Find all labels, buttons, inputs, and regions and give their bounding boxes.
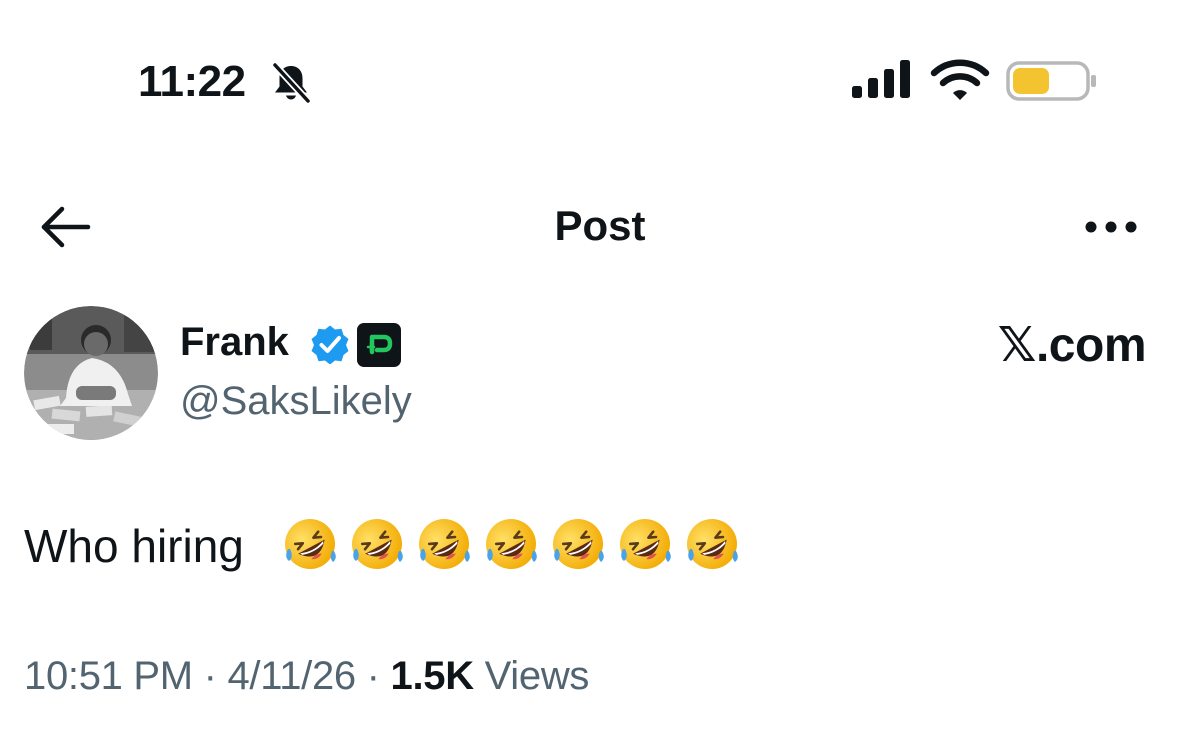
rofl-emoji [285, 519, 336, 569]
emoji-row [282, 516, 740, 572]
battery-icon [1006, 61, 1096, 101]
bell-slash-icon [271, 61, 312, 105]
more-horizontal-icon [1085, 221, 1137, 233]
post-meta: 10:51 PM · 4/11/26 · 1.5K Views [24, 652, 589, 700]
rofl-emoji [687, 519, 738, 569]
rofl-emoji [620, 519, 671, 569]
post-date[interactable]: 4/11/26 [227, 654, 356, 698]
avatar[interactable] [24, 306, 158, 440]
author-name[interactable]: Frank [180, 318, 289, 366]
rofl-emoji [352, 519, 403, 569]
rofl-emoji [486, 519, 537, 569]
wifi-icon [930, 59, 990, 100]
xcom-watermark: 𝕏.com [997, 319, 1147, 372]
post-time[interactable]: 10:51 PM [24, 654, 193, 698]
cellular-signal-icon [852, 60, 910, 98]
rofl-emoji [419, 519, 470, 569]
post-text: Who hiring [24, 520, 244, 572]
verified-badge-icon [311, 325, 349, 364]
rofl-emoji [553, 519, 604, 569]
meta-separator: · [355, 654, 391, 698]
author-handle[interactable]: @SaksLikely [180, 377, 412, 425]
views-label[interactable]: Views [485, 654, 590, 698]
views-count[interactable]: 1.5K [391, 654, 475, 698]
app-badge-icon [357, 323, 401, 367]
battery-fill [1013, 68, 1049, 94]
more-options-button[interactable] [1082, 208, 1140, 246]
page-title: Post [554, 202, 646, 249]
meta-separator: · [192, 654, 228, 698]
status-time: 11:22 [138, 57, 246, 106]
